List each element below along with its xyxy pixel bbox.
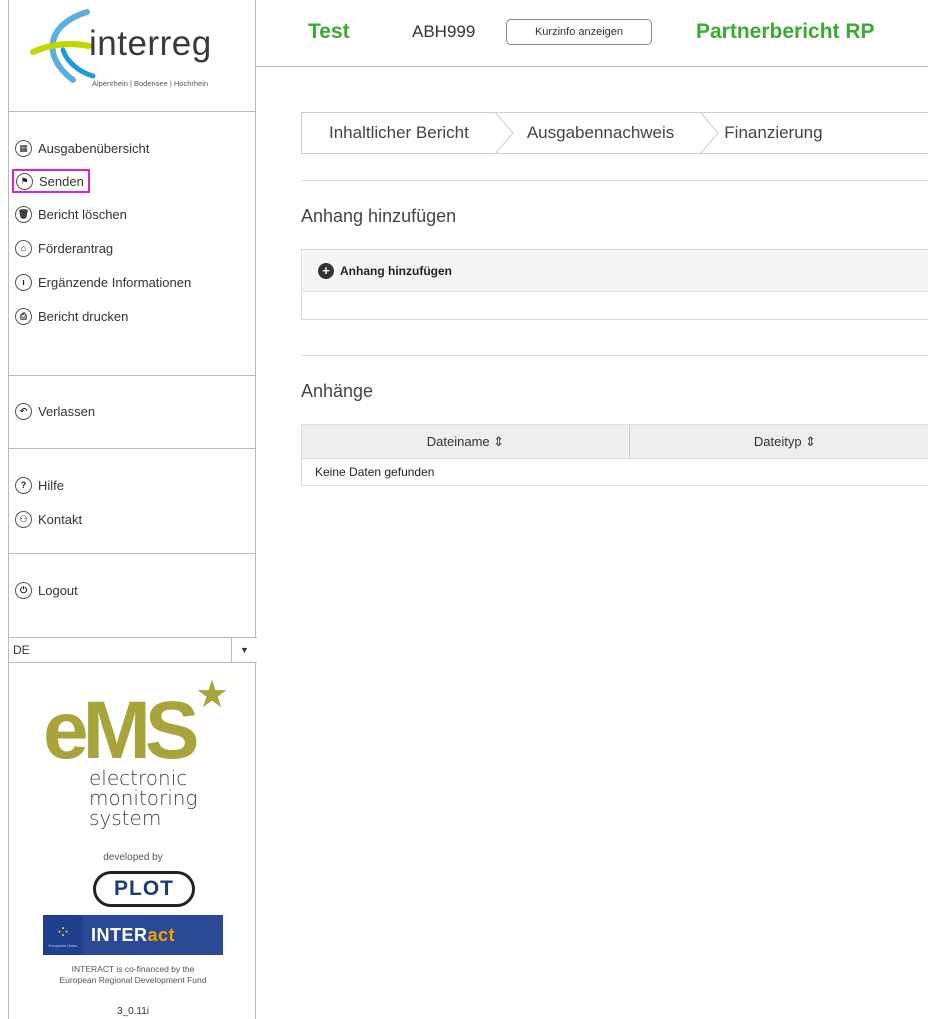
logo-word: interreg <box>89 24 212 63</box>
menu-item-logout[interactable]: ⏻ Logout <box>15 578 78 602</box>
menu-item-label: Bericht löschen <box>38 206 127 222</box>
section-divider <box>301 355 928 356</box>
tab-ausgabennachweis[interactable]: Ausgabennachweis <box>515 113 700 153</box>
menu-item-label: Bericht drucken <box>38 308 129 324</box>
ems-tagline-line1: electronic <box>89 766 188 790</box>
cofinanced-line2: European Regional Development Fund <box>59 975 207 985</box>
column-header-dateiname[interactable]: Dateiname ⇕ <box>302 425 630 458</box>
menu-item-label: Hilfe <box>38 477 65 493</box>
developed-by: developed by <box>103 852 163 863</box>
menu-item-label: Kontakt <box>38 511 83 527</box>
grid-icon: ▦ <box>15 139 32 157</box>
help-menu: ? Hilfe ⚇ Kontakt <box>9 449 255 554</box>
plot-logo: PLOT <box>93 871 195 907</box>
cofinanced-note: INTERACT is co-financed by the European … <box>9 964 257 986</box>
menu-item-ergaenzende-informationen[interactable]: ı Ergänzende Informationen <box>15 270 191 294</box>
menu-item-bericht-loeschen[interactable]: 🗑 Bericht löschen <box>15 202 127 226</box>
report-menu: ▦ Ausgabenübersicht ⚑ Senden 🗑 Bericht l… <box>9 112 255 376</box>
ems-logo: eMS <box>43 685 200 776</box>
attach-section-title: Anhang hinzufügen <box>301 206 457 226</box>
tab-label: Inhaltlicher Bericht <box>329 123 469 142</box>
sidebar: interreg Alpenrhein | Bodensee | Hochrhe… <box>8 0 257 1019</box>
chevron-right-icon <box>495 113 514 153</box>
menu-item-senden[interactable]: ⚑ Senden <box>12 169 90 193</box>
section-divider <box>301 180 928 181</box>
printer-icon: ⎙ <box>15 307 32 325</box>
menu-item-kontakt[interactable]: ⚇ Kontakt <box>15 507 82 531</box>
app-root: interreg Alpenrhein | Bodensee | Hochrhe… <box>0 0 928 1019</box>
eu-label: European Union <box>48 942 78 948</box>
attachments-table: Dateiname ⇕ Dateityp ⇕ Keine Daten gefun… <box>301 424 928 486</box>
attachments-title: Anhänge <box>301 381 374 401</box>
attach-panel: + Anhang hinzufügen <box>301 249 928 320</box>
ems-tagline-line3: system <box>89 806 162 830</box>
interact-wordmark: INTERact <box>91 925 175 946</box>
report-steps: Inhaltlicher Bericht Ausgabennachweis Fi… <box>301 112 928 154</box>
contact-icon: ⚇ <box>15 510 32 528</box>
menu-item-verlassen[interactable]: ↶ Verlassen <box>15 399 95 423</box>
interreg-arc-icon <box>30 9 96 83</box>
info-icon: ı <box>15 273 32 291</box>
back-arrow-icon: ↶ <box>15 402 32 420</box>
language-value: DE <box>13 643 30 657</box>
tab-inhaltlicher-bericht[interactable]: Inhaltlicher Bericht <box>302 113 495 153</box>
interact-prefix: INTER <box>91 924 148 945</box>
menu-item-label: Verlassen <box>38 403 96 419</box>
header-divider <box>256 66 928 67</box>
menu-item-foerderantrag[interactable]: ⌂ Förderantrag <box>15 236 113 260</box>
trash-icon: 🗑 <box>15 205 32 223</box>
menu-item-bericht-drucken[interactable]: ⎙ Bericht drucken <box>15 304 128 328</box>
menu-item-label: Ausgabenübersicht <box>38 140 150 156</box>
kurzinfo-button[interactable]: Kurzinfo anzeigen <box>506 19 652 45</box>
interact-suffix: act <box>147 924 176 945</box>
menu-item-hilfe[interactable]: ? Hilfe <box>15 473 64 497</box>
table-header: Dateiname ⇕ Dateityp ⇕ <box>302 425 928 459</box>
building-icon: ⌂ <box>15 239 32 257</box>
interreg-logo[interactable]: interreg Alpenrhein | Bodensee | Hochrhe… <box>9 0 255 112</box>
star-icon: ★ <box>195 674 230 716</box>
menu-item-label: Förderantrag <box>38 240 114 256</box>
eu-flag-icon: ⁘ European Union <box>43 915 83 955</box>
column-header-dateityp[interactable]: Dateityp ⇕ <box>630 425 928 458</box>
interact-logo: ⁘ European Union INTERact <box>43 915 223 955</box>
table-empty-row: Keine Daten gefunden <box>315 465 435 479</box>
version-label: 3_0.11i <box>116 1006 150 1017</box>
chevron-down-icon[interactable]: ▼ <box>231 638 257 662</box>
tab-label: Finanzierung <box>724 123 823 142</box>
add-attachment-label: Anhang hinzufügen <box>340 263 452 278</box>
chevron-right-icon <box>700 113 719 153</box>
flag-icon: ⚑ <box>16 172 33 190</box>
menu-item-label: Logout <box>38 582 78 598</box>
logout-menu: ⏻ Logout <box>9 554 255 636</box>
menu-item-label: Ergänzende Informationen <box>38 274 192 290</box>
cofinanced-line1: INTERACT is co-financed by the <box>71 964 195 974</box>
tab-finanzierung[interactable]: Finanzierung <box>720 113 823 153</box>
language-select[interactable]: DE ▼ <box>9 637 257 663</box>
power-icon: ⏻ <box>15 581 32 599</box>
menu-item-label: Senden <box>39 173 84 189</box>
plus-icon: + <box>318 262 334 279</box>
project-code: ABH999 <box>412 22 476 41</box>
leave-menu: ↶ Verlassen <box>9 376 255 449</box>
menu-item-ausgabenuebersicht[interactable]: ▦ Ausgabenübersicht <box>15 136 149 160</box>
ems-tagline-line2: monitoring <box>89 786 198 810</box>
ems-tagline: electronic monitoring system <box>89 768 198 828</box>
add-attachment-button[interactable]: + Anhang hinzufügen <box>302 250 928 292</box>
page-title: Partnerbericht RP <box>696 20 875 43</box>
logo-subtitle: Alpenrhein | Bodensee | Hochrhein <box>92 79 209 88</box>
project-name: Test <box>308 20 350 43</box>
tab-label: Ausgabennachweis <box>526 123 675 142</box>
question-icon: ? <box>15 476 32 494</box>
